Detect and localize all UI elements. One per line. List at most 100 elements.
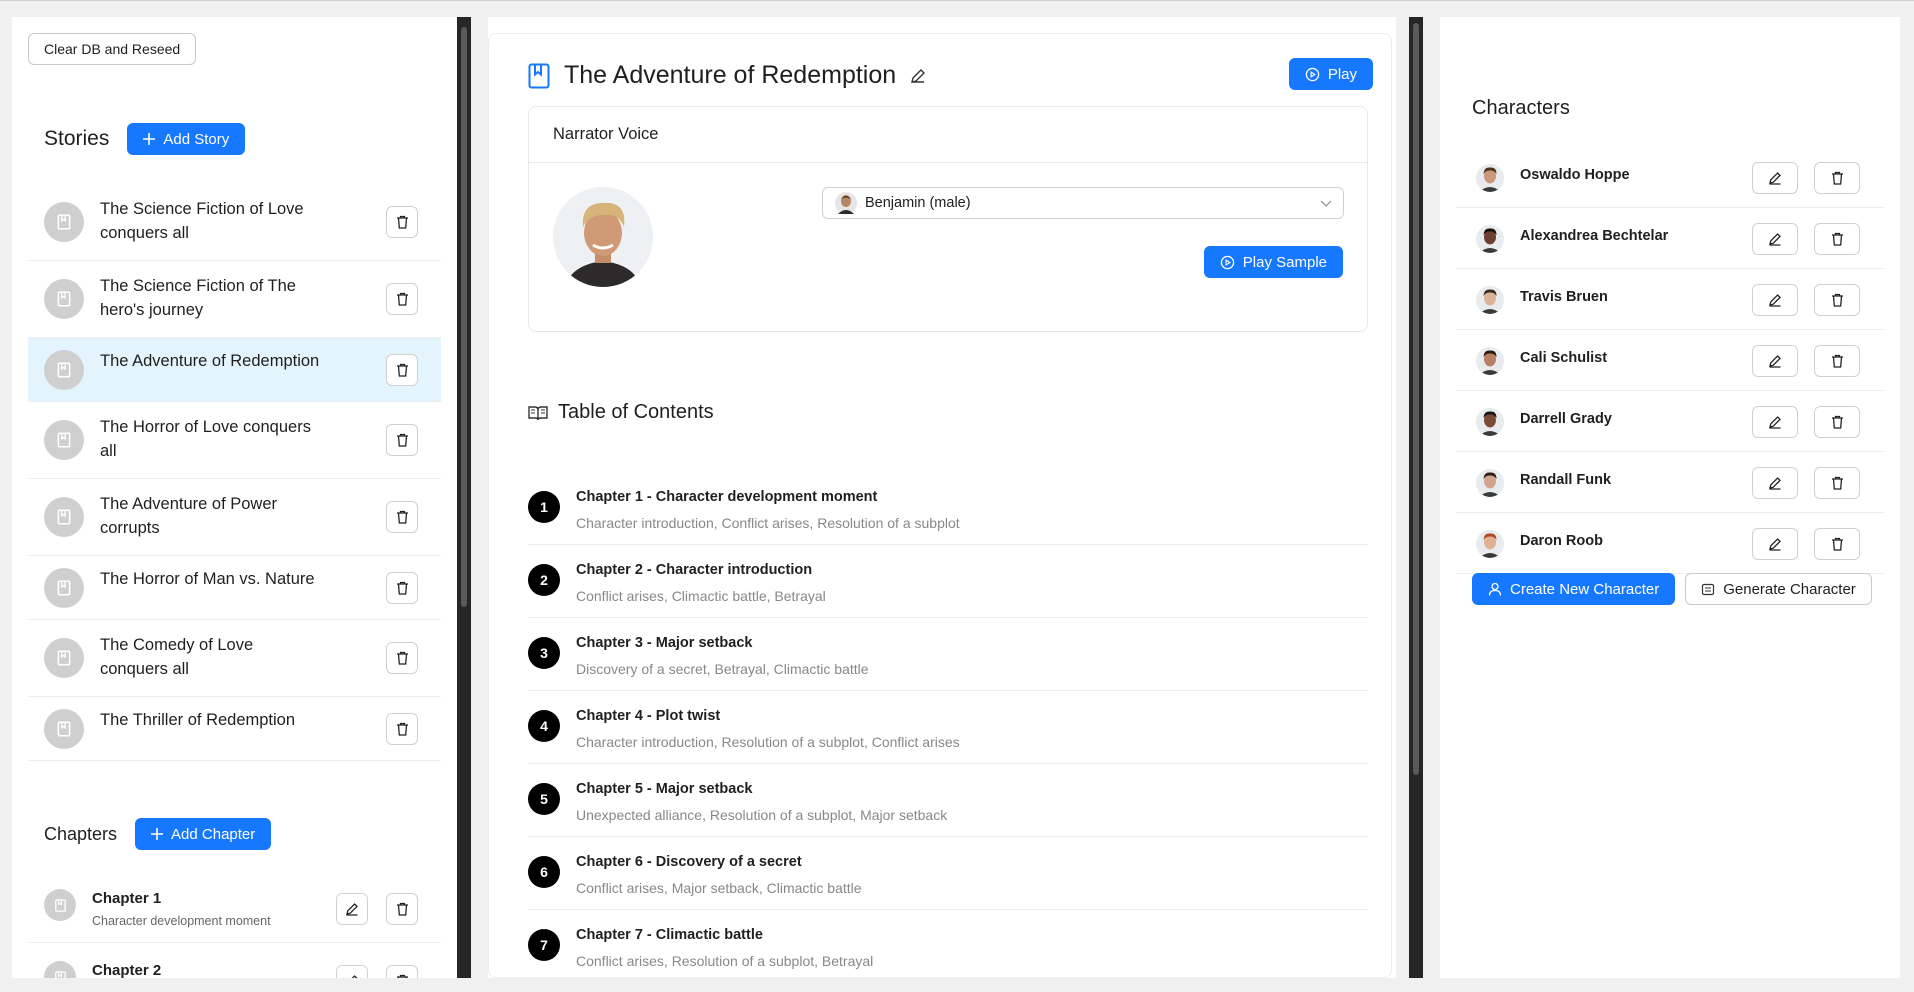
- edit-character-button[interactable]: [1752, 223, 1798, 255]
- delete-story-button[interactable]: [386, 642, 418, 674]
- book-icon: [57, 291, 71, 307]
- story-title: The Comedy of Love conquers all: [100, 636, 254, 678]
- clear-db-button[interactable]: Clear DB and Reseed: [28, 33, 197, 65]
- character-avatar: [1476, 164, 1504, 192]
- chapters-header: Chapters Add Chapter: [44, 818, 272, 850]
- character-avatar: [1476, 286, 1504, 314]
- chevron-down-icon: [1320, 200, 1332, 207]
- edit-icon: [1769, 416, 1781, 429]
- user-icon: [1488, 582, 1502, 596]
- story-list: The Science Fiction of Love conquers all…: [28, 184, 441, 761]
- story-item[interactable]: The Horror of Love conquers all: [28, 402, 441, 479]
- edit-character-button[interactable]: [1752, 284, 1798, 316]
- story-detail-panel: The Adventure of Redemption Play Narrato…: [488, 17, 1396, 978]
- character-item[interactable]: Travis Bruen: [1456, 269, 1885, 330]
- delete-character-button[interactable]: [1814, 467, 1860, 499]
- toc-number-badge: 4: [528, 710, 560, 742]
- story-item[interactable]: The Science Fiction of The hero's journe…: [28, 261, 441, 338]
- edit-character-button[interactable]: [1752, 345, 1798, 377]
- stories-header: Stories Add Story: [44, 123, 246, 155]
- delete-character-button[interactable]: [1814, 528, 1860, 560]
- edit-icon[interactable]: [910, 68, 926, 84]
- toc-item[interactable]: 1 Chapter 1 - Character development momen…: [528, 472, 1368, 545]
- delete-character-button[interactable]: [1814, 345, 1860, 377]
- edit-icon: [1769, 294, 1781, 307]
- story-title: The Horror of Man vs. Nature: [100, 570, 315, 588]
- story-item[interactable]: The Horror of Man vs. Nature: [28, 556, 441, 620]
- toc-header: Table of Contents: [528, 401, 714, 424]
- chapter-item[interactable]: Chapter 2Character introduction: [28, 943, 441, 978]
- create-character-button[interactable]: Create New Character: [1472, 573, 1676, 605]
- left-scrollbar-thumb[interactable]: [461, 27, 467, 607]
- edit-chapter-button[interactable]: [336, 965, 368, 978]
- character-item[interactable]: Randall Funk: [1456, 452, 1885, 513]
- edit-character-button[interactable]: [1752, 528, 1798, 560]
- delete-chapter-button[interactable]: [386, 965, 418, 978]
- delete-story-button[interactable]: [386, 424, 418, 456]
- characters-title: Characters: [1472, 97, 1570, 119]
- edit-chapter-button[interactable]: [336, 893, 368, 925]
- trash-icon: [396, 902, 408, 916]
- add-chapter-button[interactable]: Add Chapter: [135, 818, 272, 850]
- middle-scrollbar[interactable]: [1409, 17, 1423, 978]
- toc-item[interactable]: 6 Chapter 6 - Discovery of a secret Confli…: [528, 837, 1368, 910]
- character-name: Daron Roob: [1520, 533, 1603, 549]
- delete-story-button[interactable]: [386, 713, 418, 745]
- delete-story-button[interactable]: [386, 501, 418, 533]
- delete-story-button[interactable]: [386, 354, 418, 386]
- story-avatar: [44, 350, 84, 390]
- story-item[interactable]: The Adventure of Redemption: [28, 338, 441, 402]
- character-list: Oswaldo Hoppe Alexandrea Bechtelar Travis …: [1456, 147, 1885, 574]
- delete-story-button[interactable]: [386, 283, 418, 315]
- voice-select[interactable]: Benjamin (male): [822, 187, 1344, 219]
- generate-character-label: Generate Character: [1723, 580, 1856, 598]
- story-item[interactable]: The Adventure of Power corrupts: [28, 479, 441, 556]
- delete-story-button[interactable]: [386, 206, 418, 238]
- book-icon: [57, 721, 71, 737]
- toc-item[interactable]: 4 Chapter 4 - Plot twist Character introdu…: [528, 691, 1368, 764]
- character-item[interactable]: Cali Schulist: [1456, 330, 1885, 391]
- voice-selected-value: Benjamin (male): [865, 195, 971, 211]
- edit-character-button[interactable]: [1752, 467, 1798, 499]
- add-story-button[interactable]: Add Story: [127, 123, 246, 155]
- edit-character-button[interactable]: [1752, 406, 1798, 438]
- story-item[interactable]: The Science Fiction of Love conquers all: [28, 184, 441, 261]
- character-item[interactable]: Darrell Grady: [1456, 391, 1885, 452]
- trash-icon: [396, 363, 408, 377]
- delete-character-button[interactable]: [1814, 284, 1860, 316]
- generate-character-button[interactable]: Generate Character: [1685, 573, 1872, 605]
- edit-icon: [346, 903, 358, 916]
- delete-story-button[interactable]: [386, 572, 418, 604]
- toc-item[interactable]: 7 Chapter 7 - Climactic battle Conflict ar…: [528, 910, 1368, 978]
- add-chapter-label: Add Chapter: [171, 825, 256, 843]
- delete-character-button[interactable]: [1814, 223, 1860, 255]
- chapter-list: Chapter 1 Character development moment Cha…: [28, 871, 441, 978]
- toc-item[interactable]: 5 Chapter 5 - Major setback Unexpected all…: [528, 764, 1368, 837]
- story-heading: The Adventure of Redemption: [528, 61, 926, 90]
- toc-chapter-name: Chapter 6 - Discovery of a secret: [576, 854, 802, 870]
- play-sample-button[interactable]: Play Sample: [1203, 246, 1343, 278]
- story-item[interactable]: The Comedy of Love conquers all: [28, 620, 441, 697]
- left-scrollbar[interactable]: [457, 17, 471, 978]
- chapter-item[interactable]: Chapter 1 Character development moment: [28, 871, 441, 943]
- toc-chapter-description: Conflict arises, Resolution of a subplot…: [576, 953, 874, 969]
- edit-icon: [1769, 233, 1781, 246]
- edit-character-button[interactable]: [1752, 162, 1798, 194]
- delete-character-button[interactable]: [1814, 162, 1860, 194]
- trash-icon: [396, 510, 408, 524]
- play-button[interactable]: Play: [1288, 58, 1373, 90]
- delete-character-button[interactable]: [1814, 406, 1860, 438]
- story-avatar: [44, 420, 84, 460]
- toc-item[interactable]: 2 Chapter 2 - Character introduction Confl…: [528, 545, 1368, 618]
- character-item[interactable]: Daron Roob: [1456, 513, 1885, 574]
- middle-scrollbar-thumb[interactable]: [1413, 23, 1419, 775]
- delete-chapter-button[interactable]: [386, 893, 418, 925]
- toc-item[interactable]: 3 Chapter 3 - Major setback Discovery of a…: [528, 618, 1368, 691]
- story-title: The Adventure of Redemption: [564, 61, 897, 89]
- story-item[interactable]: The Thriller of Redemption: [28, 697, 441, 761]
- toc-chapter-description: Conflict arises, Major setback, Climacti…: [576, 880, 862, 896]
- stories-panel: Clear DB and Reseed Stories Add Story Th…: [12, 17, 457, 978]
- character-item[interactable]: Oswaldo Hoppe: [1456, 147, 1885, 208]
- story-title: The Adventure of Redemption: [100, 352, 320, 370]
- character-item[interactable]: Alexandrea Bechtelar: [1456, 208, 1885, 269]
